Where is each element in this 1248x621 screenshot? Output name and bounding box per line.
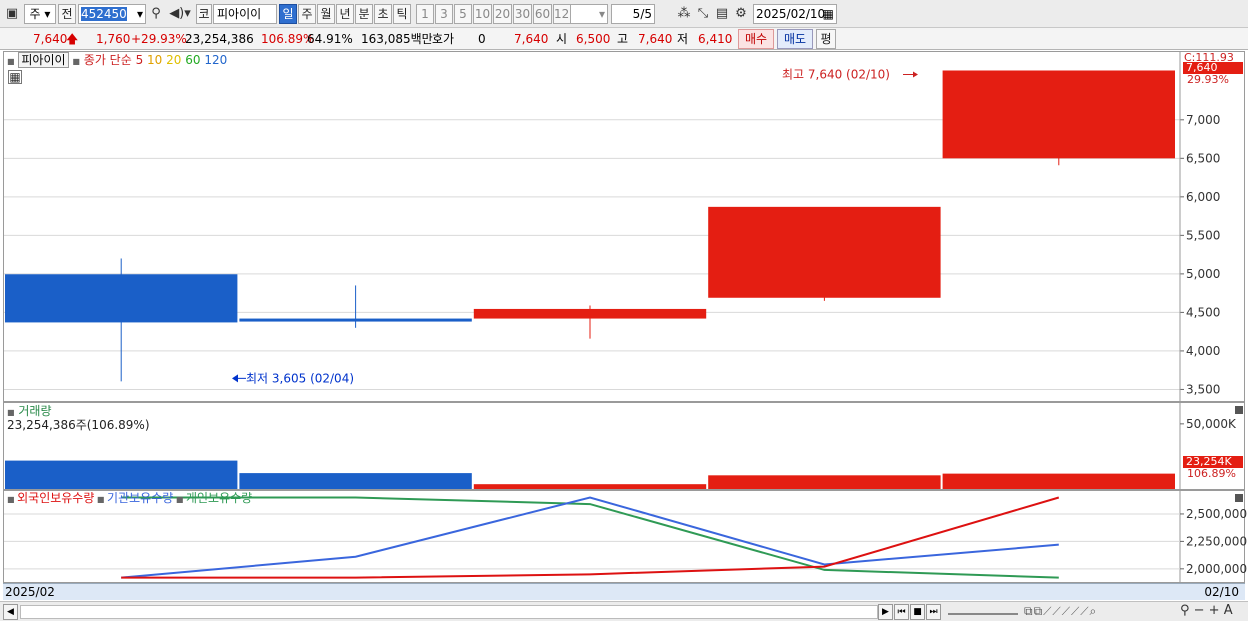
candle-body — [473, 308, 707, 319]
ma-period-20[interactable]: 20 — [166, 53, 185, 67]
price-tick-label: 3,500 — [1186, 382, 1220, 396]
price-tick-label: 5,000 — [1186, 267, 1220, 281]
zoom-slider[interactable] — [948, 606, 1018, 615]
last-pct-tag: 29.93% — [1187, 73, 1229, 86]
holdings-legend-item[interactable]: 외국인보유수량 — [17, 491, 94, 505]
holdings-line-1 — [121, 496, 1059, 579]
price-tick-label: 4,000 — [1186, 344, 1220, 358]
volume-title[interactable]: 거래량 — [18, 404, 51, 418]
holdings-legend-item[interactable]: 기관보유수량 — [107, 491, 173, 505]
volume-bar — [239, 473, 472, 489]
ma-period-60[interactable]: 60 — [185, 53, 204, 67]
holdings-tick-label: 2,250,000 — [1186, 534, 1247, 548]
date-start: 2025/02 — [5, 585, 55, 599]
ma-periods: 5 10 20 60 120 — [136, 53, 228, 67]
volume-tick-label: 50,000K — [1186, 417, 1237, 431]
price-tick-label: 4,500 — [1186, 305, 1220, 319]
chart-scrollbar[interactable]: ◀ ▶ ⏮ ■ ⏭ ⧉⧉⟋⟋⟋⟋⟋⌕ ⚲ − + A — [0, 601, 1248, 621]
legend-bullet-icon: ■ — [7, 57, 15, 66]
price-tick-label: 6,000 — [1186, 190, 1220, 204]
legend-bullet-icon: ■ — [7, 495, 18, 504]
legend-bullet-icon: ■ — [7, 408, 15, 417]
zoom-controls[interactable]: ⚲ − + A — [1180, 603, 1233, 618]
fast-forward-icon[interactable]: ⏭ — [926, 604, 941, 620]
high-annotation: 최고 7,640 (02/10) — [782, 67, 890, 81]
holdings-legend-item[interactable]: 개인보유수량 — [186, 491, 252, 505]
volume-pct-tag: 106.89% — [1187, 467, 1236, 480]
holdings-tick-label: 2,000,000 — [1186, 562, 1247, 576]
legend-bullet-icon: ■ — [72, 57, 80, 66]
volume-bar — [5, 460, 238, 489]
volume-bar — [473, 484, 707, 489]
candle-body — [5, 274, 238, 323]
legend-bullet-icon: ■ — [173, 495, 186, 504]
volume-bar — [942, 473, 1175, 489]
price-tick-label: 6,500 — [1186, 151, 1220, 165]
holdings-tick-label: 2,500,000 — [1186, 507, 1247, 521]
scroll-track[interactable] — [20, 605, 878, 619]
holdings-close-icon[interactable] — [1235, 494, 1243, 502]
ma-period-5[interactable]: 5 — [136, 53, 147, 67]
table-icon[interactable]: ▦ — [8, 70, 22, 84]
volume-bar — [708, 475, 941, 489]
candle-body — [708, 206, 941, 298]
candle-body — [239, 318, 472, 322]
legend-stock-name[interactable]: 피아이이 — [18, 52, 69, 68]
stock-chart[interactable]: 3,500 4,000 4,500 5,000 5,500 6,000 6,500 7,000… — [0, 0, 1248, 621]
candle-body — [942, 70, 1175, 159]
ma-label[interactable]: 종가 단순 — [84, 53, 132, 67]
date-axis: 2025/02 02/10 — [3, 583, 1245, 600]
drawing-tools-icons[interactable]: ⧉⧉⟋⟋⟋⟋⟋⌕ — [1024, 604, 1097, 619]
low-annotation: 최저 3,605 (02/04) — [246, 371, 354, 385]
scroll-left-icon[interactable]: ◀ — [3, 604, 18, 620]
scroll-right-icon[interactable]: ▶ — [878, 604, 893, 620]
volume-close-icon[interactable] — [1235, 406, 1243, 414]
ma-period-10[interactable]: 10 — [147, 53, 166, 67]
price-tick-label: 5,500 — [1186, 228, 1220, 242]
date-end: 02/10 — [1204, 585, 1239, 599]
holdings-legend: ■ 외국인보유수량 ■ 기관보유수량 ■ 개인보유수량 — [7, 491, 252, 507]
price-legend: ■ 피아이이 ■ 종가 단순 5 10 20 60 120 — [7, 52, 227, 68]
legend-bullet-icon: ■ — [94, 495, 108, 504]
rewind-icon[interactable]: ⏮ — [894, 604, 909, 620]
price-tick-label: 7,000 — [1186, 113, 1220, 127]
ma-period-120[interactable]: 120 — [204, 53, 227, 67]
volume-info: 23,254,386주(106.89%) — [7, 418, 150, 432]
stop-icon[interactable]: ■ — [910, 604, 925, 620]
